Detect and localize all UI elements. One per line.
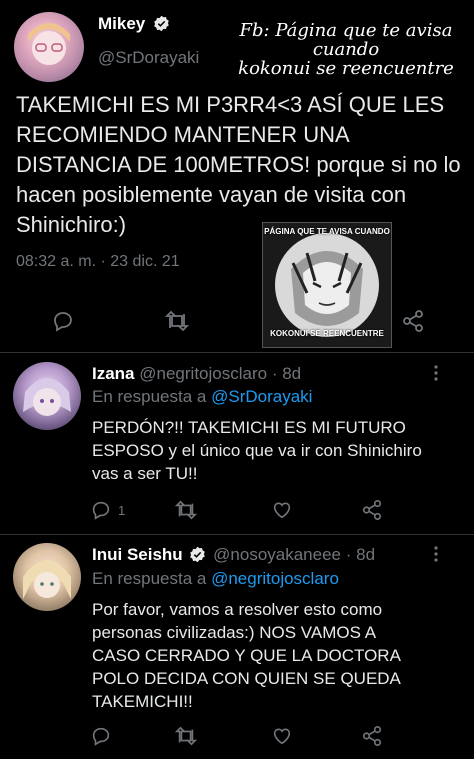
stamp-top-text: PÁGINA QUE TE AVISA CUANDO [264,227,390,236]
reply2-handle[interactable]: @nosoyakaneee [213,545,341,564]
reply1-more-button[interactable] [424,362,448,384]
display-name[interactable]: Mikey [98,14,145,33]
reply1-handle[interactable]: @negritojosclaro [139,364,267,383]
reply1-in-reply-to: En respuesta a @SrDorayaki [92,387,312,407]
retweet-icon [164,310,190,332]
reply2-like-button[interactable] [268,724,296,748]
reply-button[interactable] [48,306,78,336]
timestamp[interactable]: 08:32 a. m. · 23 dic. 21 [16,253,180,271]
divider [0,352,474,353]
reply2-author-line: Inui Seishu @nosoyakaneee · 8d [92,545,375,565]
more-vertical-icon [434,365,438,381]
handle[interactable]: @SrDorayaki [98,48,199,68]
reply2-reply-button[interactable] [88,724,114,748]
reply-icon [92,727,110,746]
reply1-author-line: Izana @negritojosclaro · 8d [92,364,301,384]
reply1-text: PERDÓN?!! TAKEMICHI ES MI FUTURO ESPOSO … [92,418,422,483]
reply2-more-button[interactable] [424,543,448,565]
reply-icon [54,312,72,332]
reply1-avatar[interactable] [13,362,81,430]
retweet-icon [174,726,198,746]
reply2-avatar-art-icon [23,560,71,599]
reply2-share-button[interactable] [358,724,386,748]
share-button[interactable] [398,306,428,336]
reply1-age: · 8d [271,364,302,383]
retweet-icon [174,500,198,520]
heart-icon [273,728,291,745]
reply1-reply-to-link[interactable]: @SrDorayaki [211,387,312,406]
heart-icon [273,502,291,519]
share-icon [362,500,382,520]
stamp-bottom-text: KOKONUI SE REENCUENTRE [270,329,384,338]
reply2-age: · 8d [345,545,376,564]
reply1-avatar-art-icon [23,378,71,416]
reply2-reply-prefix: En respuesta a [92,569,207,588]
reply1-reply-count: 1 [118,503,126,518]
avatar[interactable] [14,12,84,82]
watermark-line-2: kokonui se reencuentre [238,57,454,79]
reply2-avatar[interactable] [13,543,81,611]
share-icon [362,726,382,746]
verified-badge-icon [154,15,169,31]
watermark: Fb: Página que te avisa cuando kokonui s… [228,20,464,79]
reply2-text: Por favor, vamos a resolver esto como pe… [92,600,400,711]
reply-icon [92,501,110,520]
reply1-display-name[interactable]: Izana [92,364,135,383]
watermark-line-1: Fb: Página que te avisa cuando [239,20,453,60]
reply2-display-name[interactable]: Inui Seishu [92,545,183,564]
reply1-retweet-button[interactable] [172,498,200,522]
avatar-art-icon [28,23,70,65]
reply1-like-button[interactable] [268,498,296,522]
divider [0,534,474,535]
reply2-in-reply-to: En respuesta a @negritojosclaro [92,569,339,589]
reply1-reply-button[interactable] [88,498,114,522]
share-icon [403,310,423,332]
verified-badge-icon [190,546,206,562]
reply1-share-button[interactable] [358,498,386,522]
tweet-text: TAKEMICHI ES MI P3RR4<3 ASÍ QUE LES RECO… [16,92,461,237]
more-vertical-icon [434,546,438,562]
reply1-reply-prefix: En respuesta a [92,387,207,406]
reply2-retweet-button[interactable] [172,724,200,748]
reply2-reply-to-link[interactable]: @negritojosclaro [211,569,339,588]
stamp-image: PÁGINA QUE TE AVISA CUANDO KOKONUI SE RE… [262,222,392,348]
retweet-button[interactable] [162,306,192,336]
author-line: Mikey [98,14,170,34]
